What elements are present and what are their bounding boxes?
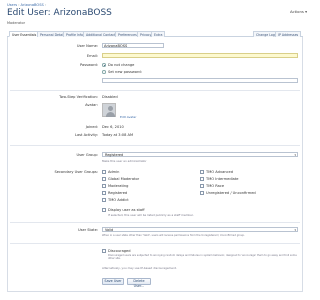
display-staff-hint: If selected, this user will be listed pu… bbox=[108, 213, 194, 217]
user-state-label: User State: bbox=[77, 228, 98, 232]
user-group-select[interactable]: Registered ▾ bbox=[102, 152, 298, 157]
group-moderating-label: Moderating bbox=[108, 184, 129, 188]
breadcrumb-user[interactable]: ArizonaBOSS bbox=[21, 3, 44, 7]
password-no-change-radio[interactable] bbox=[102, 63, 106, 67]
two-step-label: Two-Step Verification: bbox=[59, 95, 98, 99]
divider bbox=[10, 243, 300, 244]
divider bbox=[10, 222, 300, 223]
joined-value: Dec 6, 2010 bbox=[102, 125, 124, 129]
group-global-moderator-checkbox[interactable] bbox=[102, 177, 106, 181]
discouraged-label: Discouraged bbox=[108, 249, 131, 253]
group-global-moderator-label: Global Moderator bbox=[108, 177, 140, 181]
two-step-value: Disabled bbox=[102, 95, 118, 99]
display-staff-checkbox[interactable] bbox=[102, 208, 106, 212]
avatar bbox=[102, 103, 116, 117]
group-tmo-race-checkbox[interactable] bbox=[200, 184, 204, 188]
group-tmo-intermediate-label: TMO Intermediate bbox=[206, 177, 239, 181]
joined-label: Joined: bbox=[85, 125, 98, 129]
save-user-button[interactable]: Save User bbox=[102, 278, 124, 285]
username-input[interactable]: ArizonaBOSS bbox=[102, 43, 164, 48]
divider bbox=[10, 90, 300, 91]
page-title: Edit User: ArizonaBOSS bbox=[7, 8, 112, 18]
user-state-hint: When in a user state other than 'Valid',… bbox=[102, 234, 245, 237]
group-registered-checkbox[interactable] bbox=[102, 191, 106, 195]
group-admin-label: Admin bbox=[108, 170, 120, 174]
user-group-label: User Group: bbox=[76, 153, 99, 157]
divider bbox=[10, 145, 300, 146]
group-unregistered-label: Unregistered / Unconfirmed bbox=[206, 191, 256, 195]
chevron-down-icon: ▾ bbox=[294, 153, 296, 157]
group-tmo-advanced-checkbox[interactable] bbox=[200, 170, 204, 174]
discouraged-checkbox[interactable] bbox=[102, 249, 106, 253]
email-label: Email: bbox=[86, 54, 98, 58]
actions-label: Actions bbox=[290, 9, 304, 14]
page-subtitle: Moderator bbox=[7, 21, 26, 25]
make-admin-link[interactable]: Make this user an administrator bbox=[102, 159, 147, 163]
group-moderating-checkbox[interactable] bbox=[102, 184, 106, 188]
username-label: User Name: bbox=[76, 44, 98, 48]
email-input[interactable] bbox=[102, 53, 298, 58]
last-activity-value: Today at 3:08 AM bbox=[102, 133, 134, 137]
group-tmo-advanced-label: TMO Advanced bbox=[206, 170, 234, 174]
group-tmo-race-label: TMO Race bbox=[206, 184, 225, 188]
group-admin-checkbox[interactable] bbox=[102, 170, 106, 174]
chevron-down-icon: ▾ bbox=[294, 228, 296, 232]
breadcrumb: Users›ArizonaBOSS› bbox=[7, 3, 47, 7]
password-set-new-label: Set new password: bbox=[108, 70, 142, 74]
group-registered-label: Registered bbox=[108, 191, 128, 195]
user-group-value: Registered bbox=[105, 153, 124, 157]
actions-menu-button[interactable]: Actions ▾ bbox=[290, 9, 307, 14]
password-set-new-radio[interactable] bbox=[102, 70, 106, 74]
chevron-down-icon: ▾ bbox=[305, 9, 307, 14]
user-state-value: Valid bbox=[105, 228, 114, 232]
display-staff-label: Display user as staff bbox=[108, 208, 145, 212]
breadcrumb-separator-icon: › bbox=[18, 3, 20, 7]
password-label: Password: bbox=[80, 63, 98, 67]
edit-avatar-link[interactable]: Edit Avatar bbox=[120, 115, 137, 119]
group-unregistered-checkbox[interactable] bbox=[200, 191, 204, 195]
delete-user-button[interactable]: Delete User... bbox=[127, 278, 151, 288]
group-tmo-addict-checkbox[interactable] bbox=[102, 198, 106, 202]
ip-discouragement-link[interactable]: Alternatively, you may use IP-based disc… bbox=[102, 266, 177, 270]
secondary-groups-label: Secondary User Groups: bbox=[54, 170, 98, 174]
group-tmo-intermediate-checkbox[interactable] bbox=[200, 177, 204, 181]
discouraged-hint: Discouraged users are subjected to annoy… bbox=[108, 254, 297, 260]
avatar-label: Avatar: bbox=[85, 103, 98, 107]
password-no-change-label: Do not change bbox=[108, 63, 135, 67]
breadcrumb-separator-icon: › bbox=[44, 3, 47, 7]
last-activity-label: Last Activity: bbox=[74, 133, 98, 137]
user-state-select[interactable]: Valid ▾ bbox=[102, 227, 298, 232]
group-tmo-addict-label: TMO Addict bbox=[108, 198, 129, 202]
new-password-input[interactable] bbox=[102, 78, 298, 83]
breadcrumb-users[interactable]: Users bbox=[7, 3, 17, 7]
